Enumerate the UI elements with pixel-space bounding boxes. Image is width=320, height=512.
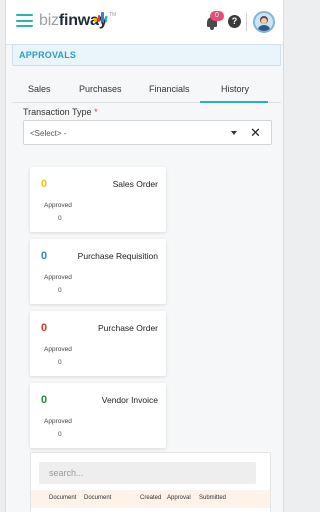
- summary-card-purchase-order[interactable]: 0 Purchase Order Approved 0: [30, 311, 166, 376]
- tab-purchases[interactable]: Purchases: [79, 84, 122, 94]
- card-count: 0: [41, 250, 48, 262]
- card-count: 0: [41, 178, 48, 190]
- summary-card-purchase-requisition[interactable]: 0 Purchase Requisition Approved 0: [30, 239, 166, 304]
- approved-value: 0: [58, 287, 62, 294]
- clear-icon[interactable]: ✕: [250, 125, 261, 141]
- card-title: Sales Order: [112, 179, 158, 189]
- tab-bar: Sales Purchases Financials History: [12, 78, 281, 103]
- approved-value: 0: [58, 431, 62, 438]
- top-header: bizfinway TM 0 ?: [6, 0, 283, 45]
- column-header[interactable]: Submitted: [199, 495, 226, 501]
- page-title: APPROVALS: [19, 50, 77, 60]
- transaction-type-value: <Select> -: [30, 129, 67, 138]
- app-frame: bizfinway TM 0 ? APPROVALS Sales Purchas…: [5, 0, 284, 512]
- required-mark: *: [94, 107, 98, 117]
- card-title: Purchase Requisition: [77, 251, 158, 261]
- transaction-type-select[interactable]: <Select> - ✕: [23, 120, 272, 145]
- page-title-bar: APPROVALS: [12, 44, 281, 66]
- hamburger-menu-icon[interactable]: [16, 14, 33, 27]
- search-input[interactable]: [39, 462, 256, 484]
- card-count: 0: [41, 322, 48, 334]
- header-divider: [246, 13, 247, 31]
- active-tab-indicator: [200, 101, 268, 103]
- summary-card-sales-order[interactable]: 0 Sales Order Approved 0: [30, 167, 166, 232]
- summary-card-vendor-invoice[interactable]: 0 Vendor Invoice Approved 0: [30, 383, 166, 448]
- approved-label: Approved: [44, 418, 72, 425]
- approved-value: 0: [58, 359, 62, 366]
- chevron-down-icon[interactable]: [231, 131, 237, 135]
- column-header[interactable]: Created: [140, 495, 161, 501]
- user-avatar[interactable]: [253, 11, 275, 33]
- card-title: Purchase Order: [98, 323, 158, 333]
- tab-financials[interactable]: Financials: [149, 84, 190, 94]
- notification-badge: 0: [210, 11, 224, 21]
- card-title: Vendor Invoice: [101, 395, 158, 405]
- approved-value: 0: [58, 215, 62, 222]
- trademark-mark: TM: [109, 12, 117, 18]
- tab-sales[interactable]: Sales: [28, 84, 51, 94]
- card-count: 0: [41, 394, 48, 406]
- column-header[interactable]: Document: [49, 495, 76, 501]
- help-icon[interactable]: ?: [228, 15, 241, 28]
- tab-history[interactable]: History: [221, 84, 249, 94]
- approved-label: Approved: [44, 346, 72, 353]
- column-header[interactable]: Approval: [167, 495, 191, 501]
- transaction-type-label: Transaction Type *: [23, 107, 98, 117]
- table-header: Document Document Created Approval Submi…: [31, 490, 270, 508]
- approved-label: Approved: [44, 202, 72, 209]
- approved-label: Approved: [44, 274, 72, 281]
- history-table-panel: Document Document Created Approval Submi…: [30, 452, 271, 512]
- column-header[interactable]: Document: [84, 495, 111, 501]
- logo-bars-icon: [94, 12, 108, 22]
